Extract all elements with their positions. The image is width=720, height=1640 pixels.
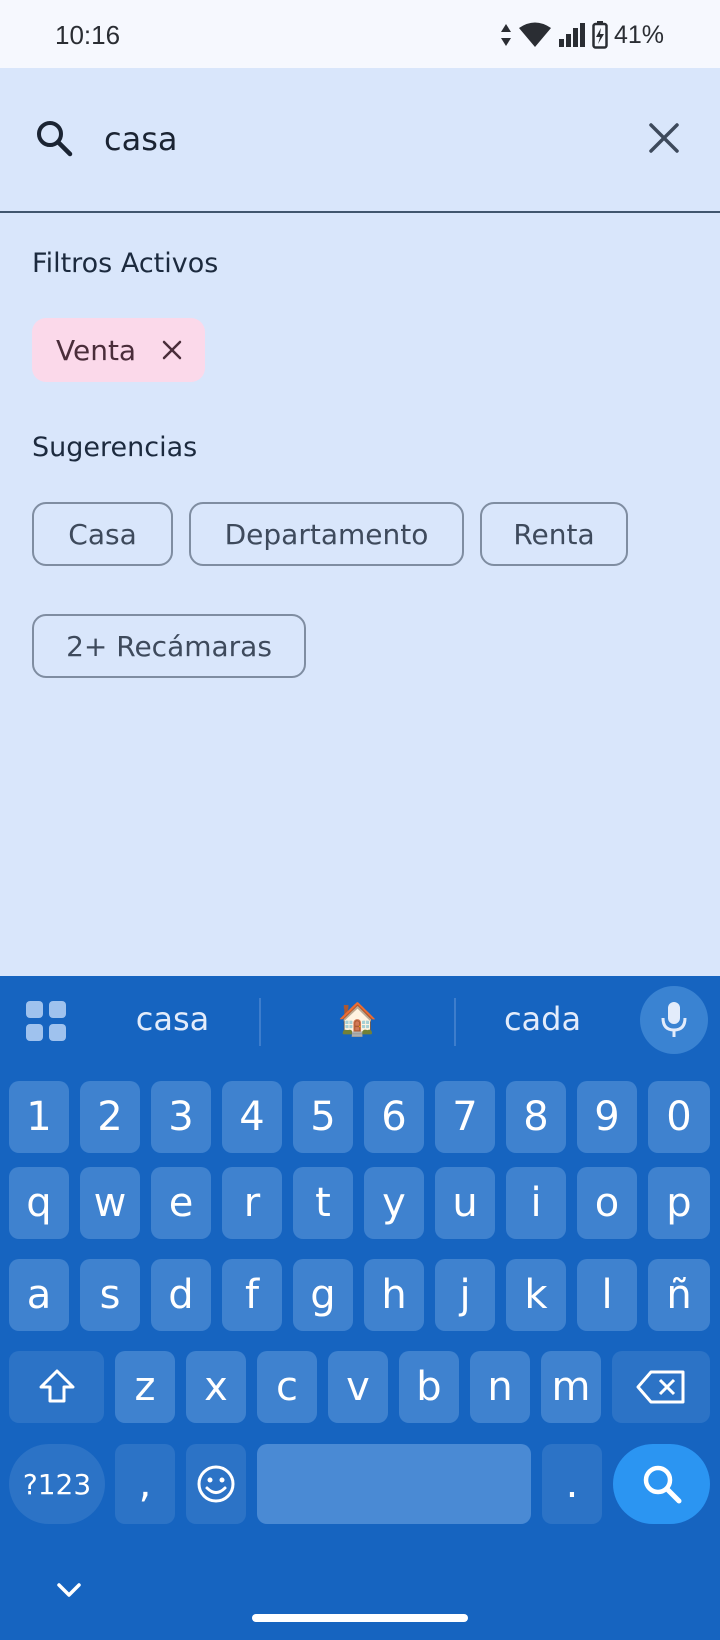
key-b[interactable]: b <box>399 1351 459 1423</box>
battery-charging-icon <box>592 21 608 49</box>
active-filter-chip[interactable]: Venta <box>32 318 205 382</box>
key-f[interactable]: f <box>222 1259 282 1331</box>
data-transfer-icon <box>500 24 511 46</box>
suggestion-chip-renta[interactable]: Renta <box>480 502 628 566</box>
suggestion-chip-casa[interactable]: Casa <box>32 502 173 566</box>
space-key[interactable] <box>257 1444 531 1524</box>
key-t[interactable]: t <box>293 1167 353 1239</box>
backspace-icon <box>636 1370 685 1404</box>
key-5[interactable]: 5 <box>293 1081 353 1153</box>
period-key[interactable]: . <box>542 1444 602 1524</box>
key-s[interactable]: s <box>80 1259 140 1331</box>
key-q[interactable]: q <box>9 1167 69 1239</box>
status-time: 10:16 <box>55 20 121 50</box>
status-icons: 41% <box>500 18 664 52</box>
key-d[interactable]: d <box>151 1259 211 1331</box>
voice-input-button[interactable] <box>640 986 708 1054</box>
key-j[interactable]: j <box>435 1259 495 1331</box>
key-n[interactable]: n <box>470 1351 530 1423</box>
key-n-tilde[interactable]: ñ <box>648 1259 710 1331</box>
key-m[interactable]: m <box>541 1351 601 1423</box>
key-x[interactable]: x <box>186 1351 246 1423</box>
key-p[interactable]: p <box>648 1167 710 1239</box>
key-w[interactable]: w <box>80 1167 140 1239</box>
key-4[interactable]: 4 <box>222 1081 282 1153</box>
backspace-key[interactable] <box>612 1351 710 1423</box>
keyboard-suggestion-strip: casa 🏠 cada <box>0 976 720 1068</box>
emoji-key[interactable] <box>186 1444 246 1524</box>
key-h[interactable]: h <box>364 1259 424 1331</box>
shift-icon <box>39 1369 74 1403</box>
key-2[interactable]: 2 <box>80 1081 140 1153</box>
remove-filter-icon[interactable] <box>160 338 184 362</box>
key-c[interactable]: c <box>257 1351 317 1423</box>
keyboard-suggestion-1[interactable]: casa <box>100 1000 245 1038</box>
signal-icon <box>558 23 585 47</box>
key-9[interactable]: 9 <box>577 1081 637 1153</box>
key-o[interactable]: o <box>577 1167 637 1239</box>
key-u[interactable]: u <box>435 1167 495 1239</box>
key-g[interactable]: g <box>293 1259 353 1331</box>
suggestions-title: Sugerencias <box>32 432 198 463</box>
key-1[interactable]: 1 <box>9 1081 69 1153</box>
active-filter-chip-label: Venta <box>56 333 137 367</box>
search-input[interactable] <box>104 116 604 162</box>
suggestion-chip-departamento[interactable]: Departamento <box>189 502 464 566</box>
key-l[interactable]: l <box>577 1259 637 1331</box>
shift-key[interactable] <box>9 1351 104 1423</box>
key-a[interactable]: a <box>9 1259 69 1331</box>
keyboard-suggestion-emoji[interactable]: 🏠 <box>300 1000 415 1038</box>
wifi-icon <box>518 22 551 47</box>
symbols-key[interactable]: ?123 <box>9 1444 105 1524</box>
key-0[interactable]: 0 <box>648 1081 710 1153</box>
suggestion-divider <box>259 998 261 1046</box>
key-e[interactable]: e <box>151 1167 211 1239</box>
comma-key[interactable]: , <box>115 1444 175 1524</box>
clear-search-icon[interactable] <box>646 120 682 156</box>
key-v[interactable]: v <box>328 1351 388 1423</box>
active-filters-title: Filtros Activos <box>32 248 219 279</box>
key-6[interactable]: 6 <box>364 1081 424 1153</box>
home-indicator[interactable] <box>252 1614 468 1622</box>
battery-percent: 41% <box>613 20 664 49</box>
key-3[interactable]: 3 <box>151 1081 211 1153</box>
search-icon[interactable] <box>34 118 74 158</box>
search-action-key[interactable] <box>613 1444 710 1524</box>
microphone-icon <box>661 1002 687 1037</box>
suggestion-divider <box>454 998 456 1046</box>
search-icon <box>643 1465 681 1504</box>
search-bar <box>0 68 720 213</box>
suggestion-chip-recamaras[interactable]: 2+ Recámaras <box>32 614 306 678</box>
key-z[interactable]: z <box>115 1351 175 1423</box>
keyboard-suggestion-2[interactable]: cada <box>470 1000 615 1038</box>
key-k[interactable]: k <box>506 1259 566 1331</box>
key-7[interactable]: 7 <box>435 1081 495 1153</box>
status-bar: 10:16 41% <box>0 0 720 68</box>
key-i[interactable]: i <box>506 1167 566 1239</box>
keyboard: casa 🏠 cada 1 2 3 4 5 6 7 8 9 0 q w e r … <box>0 976 720 1640</box>
apps-grid-icon[interactable] <box>26 1001 66 1041</box>
key-y[interactable]: y <box>364 1167 424 1239</box>
emoji-icon <box>197 1465 235 1503</box>
key-8[interactable]: 8 <box>506 1081 566 1153</box>
hide-keyboard-chevron-icon[interactable] <box>55 1580 83 1600</box>
key-r[interactable]: r <box>222 1167 282 1239</box>
